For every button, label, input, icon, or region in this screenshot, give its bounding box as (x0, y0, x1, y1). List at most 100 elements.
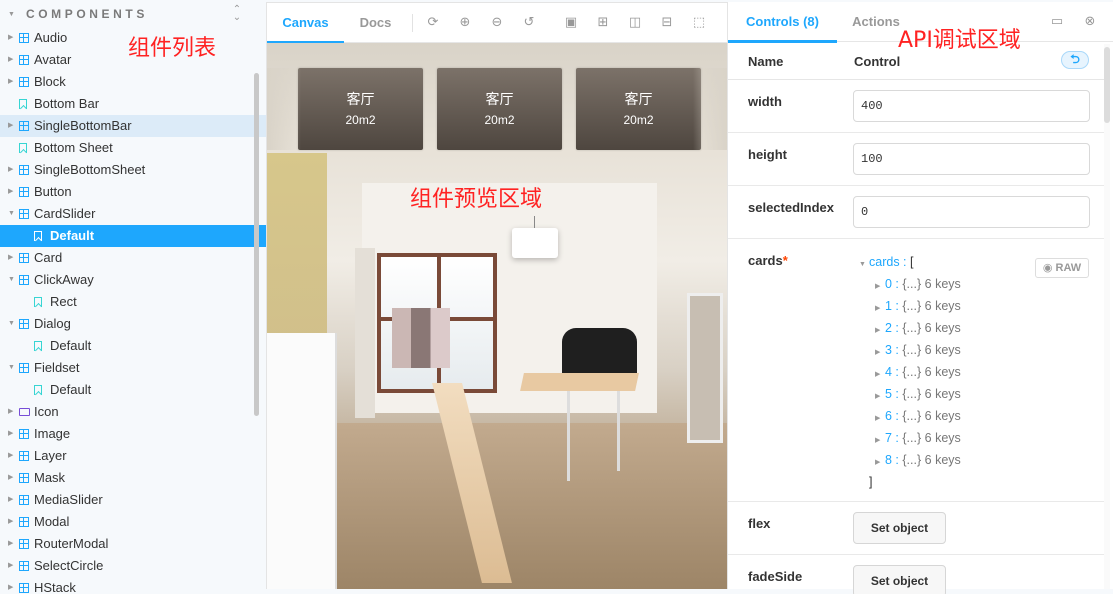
room-mirror (687, 293, 723, 443)
prop-name: selectedIndex (748, 200, 834, 215)
sidebar-component-item[interactable]: ▶ Image (0, 423, 266, 445)
chevron-right-icon[interactable]: ▶ (8, 577, 14, 594)
chevron-right-icon[interactable]: ▶ (8, 115, 14, 137)
chevron-right-icon[interactable]: ▶ (8, 533, 14, 555)
sidebar-component-item[interactable]: ▶ Icon (0, 401, 266, 423)
json-entry-line[interactable]: ▶ 1 : {...} 6 keys (859, 295, 961, 317)
selectedindex-input[interactable]: 0 (853, 196, 1090, 228)
tab-docs[interactable]: Docs (344, 3, 407, 43)
chevron-right-icon[interactable]: ▶ (8, 71, 14, 93)
chevron-right-icon[interactable]: ▶ (8, 247, 14, 269)
preview-annotation: 组件预览区域 (410, 187, 543, 212)
cards-json-editor[interactable]: ▼ cards : [▶ 0 : {...} 6 keys ▶ 1 : {...} 6 … (859, 251, 961, 493)
sidebar-component-item[interactable]: ▶ Button (0, 181, 266, 203)
components-header[interactable]: ▼ COMPONENTS ⌃ ⌄ (8, 5, 258, 23)
chevron-right-icon[interactable]: ▶ (8, 49, 14, 71)
sidebar-component-item[interactable]: ▶ HStack (0, 577, 266, 594)
json-keys-count: 6 keys (924, 453, 961, 467)
sidebar-scrollbar[interactable] (254, 73, 259, 416)
json-entry-line[interactable]: ▶ 6 : {...} 6 keys (859, 405, 961, 427)
json-entry-line[interactable]: ▶ 7 : {...} 6 keys (859, 427, 961, 449)
room-card[interactable]: 客厅 20m2 (437, 68, 562, 150)
sidebar-component-item[interactable]: ▶ MediaSlider (0, 489, 266, 511)
json-entry-line[interactable]: ▶ 2 : {...} 6 keys (859, 317, 961, 339)
sidebar-component-item[interactable]: ▶ Card (0, 247, 266, 269)
sidebar-component-item[interactable]: ▼ Fieldset (0, 357, 266, 379)
outline-icon[interactable]: ⬚ (692, 15, 706, 29)
chevron-right-icon[interactable]: ▶ (8, 159, 14, 181)
sidebar-component-item[interactable]: ▶ Layer (0, 445, 266, 467)
set-object-button[interactable]: Set object (853, 512, 946, 544)
set-object-button[interactable]: Set object (853, 565, 946, 594)
sidebar-story-item[interactable]: Default (0, 225, 266, 247)
expand-collapse-icon[interactable]: ⌃ ⌄ (232, 5, 242, 23)
json-entry-line[interactable]: ▶ 3 : {...} 6 keys (859, 339, 961, 361)
zoom-out-icon[interactable]: ⊖ (490, 15, 504, 29)
chevron-down-icon[interactable]: ▼ (8, 203, 15, 225)
chevron-right-icon[interactable]: ▶ (8, 181, 14, 203)
json-index: 2 (885, 321, 892, 335)
panel-position-icon[interactable]: ▭ (1050, 14, 1064, 28)
json-entry-line[interactable]: ▶ 0 : {...} 6 keys (859, 273, 961, 295)
refresh-icon[interactable]: ⟳ (426, 15, 440, 29)
close-icon[interactable]: ⊗ (1083, 14, 1097, 28)
zoom-reset-icon[interactable]: ↺ (522, 15, 536, 29)
json-summary: {...} (902, 431, 922, 445)
json-summary: {...} (902, 343, 922, 357)
controls-scrollbar[interactable] (1104, 47, 1110, 123)
background-icon[interactable]: ▣ (564, 15, 578, 29)
chevron-right-icon[interactable]: ▶ (8, 445, 14, 467)
chevron-right-icon[interactable]: ▶ (8, 555, 14, 577)
undo-icon[interactable]: ⮌ (1061, 51, 1089, 69)
preview-canvas[interactable]: 客厅 20m2 客厅 20m2 客厅 20m2 组件预览区域 (267, 43, 727, 589)
sidebar-component-item[interactable]: ▶ RouterModal (0, 533, 266, 555)
sidebar-component-item[interactable]: ▶ Block (0, 71, 266, 93)
json-entry-line[interactable]: ▶ 5 : {...} 6 keys (859, 383, 961, 405)
height-input[interactable]: 100 (853, 143, 1090, 175)
sidebar-story-item[interactable]: Rect (0, 291, 266, 313)
chevron-right-icon[interactable]: ▶ (8, 423, 14, 445)
room-card[interactable]: 客厅 20m2 (298, 68, 423, 150)
chevron-right-icon[interactable]: ▶ (8, 467, 14, 489)
component-icon (19, 55, 29, 65)
chevron-right-icon[interactable]: ▶ (8, 401, 14, 423)
chevron-down-icon[interactable]: ▼ (8, 269, 15, 291)
json-index: 3 (885, 343, 892, 357)
json-entry-line[interactable]: ▶ 4 : {...} 6 keys (859, 361, 961, 383)
chevron-down-icon[interactable]: ▼ (8, 357, 15, 379)
component-icon (19, 209, 29, 219)
raw-toggle-button[interactable]: ◉ RAW (1035, 258, 1089, 278)
sidebar-component-item[interactable]: ▶ Modal (0, 511, 266, 533)
tab-canvas[interactable]: Canvas (267, 3, 344, 44)
sidebar-component-item[interactable]: ▼ CardSlider (0, 203, 266, 225)
json-keys-count: 6 keys (924, 409, 961, 423)
json-summary: {...} (902, 277, 922, 291)
grid-icon[interactable]: ⊞ (596, 15, 610, 29)
chevron-down-icon[interactable]: ▼ (8, 313, 15, 335)
sidebar-item-label: Rect (50, 294, 77, 309)
sidebar-component-item[interactable]: ▶ Mask (0, 467, 266, 489)
sidebar-story-item[interactable]: Default (0, 335, 266, 357)
chevron-right-icon[interactable]: ▶ (8, 27, 14, 49)
sidebar-component-item[interactable]: ▶ SingleBottomSheet (0, 159, 266, 181)
tab-controls[interactable]: Controls (8) (728, 2, 837, 43)
header-control: Control (854, 54, 901, 69)
room-card[interactable]: 客厅 20m2 (576, 68, 701, 150)
width-input[interactable]: 400 (853, 90, 1090, 122)
sidebar-story-item[interactable]: Default (0, 379, 266, 401)
sidebar-component-item[interactable]: ▶ SingleBottomBar (0, 115, 266, 137)
viewport-icon[interactable]: ◫ (628, 15, 642, 29)
sidebar-component-item[interactable]: ▼ ClickAway (0, 269, 266, 291)
measure-icon[interactable]: ⊟ (660, 15, 674, 29)
zoom-in-icon[interactable]: ⊕ (458, 15, 472, 29)
chevron-right-icon[interactable]: ▶ (8, 511, 14, 533)
sidebar-story-item[interactable]: Bottom Sheet (0, 137, 266, 159)
json-root-line[interactable]: ▼ cards : [ (859, 251, 961, 273)
room-cabinet (267, 333, 337, 589)
sidebar-component-item[interactable]: ▼ Dialog (0, 313, 266, 335)
chevron-right-icon[interactable]: ▶ (8, 489, 14, 511)
sidebar-component-item[interactable]: ▶ SelectCircle (0, 555, 266, 577)
json-index: 1 (885, 299, 892, 313)
json-entry-line[interactable]: ▶ 8 : {...} 6 keys (859, 449, 961, 471)
sidebar-story-item[interactable]: Bottom Bar (0, 93, 266, 115)
